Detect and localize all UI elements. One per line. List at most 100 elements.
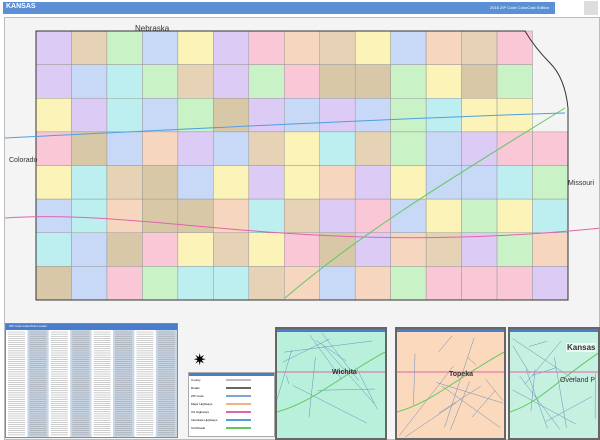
county[interactable] — [496, 64, 533, 99]
county[interactable] — [248, 198, 285, 233]
county[interactable] — [319, 131, 356, 166]
county[interactable] — [213, 30, 250, 65]
county[interactable] — [284, 198, 320, 233]
county[interactable] — [71, 30, 108, 65]
county[interactable] — [71, 266, 108, 301]
county[interactable] — [213, 131, 250, 166]
county[interactable] — [213, 232, 250, 267]
county[interactable] — [284, 165, 320, 200]
county[interactable] — [248, 131, 285, 166]
county[interactable] — [213, 266, 250, 301]
county[interactable] — [496, 198, 533, 233]
county[interactable] — [496, 131, 533, 166]
county[interactable] — [35, 30, 72, 65]
county[interactable] — [142, 131, 179, 166]
county[interactable] — [284, 131, 320, 166]
county[interactable] — [319, 30, 356, 65]
county[interactable] — [390, 98, 427, 133]
county[interactable] — [461, 131, 498, 166]
county[interactable] — [532, 165, 569, 200]
county[interactable] — [106, 98, 143, 133]
county[interactable] — [496, 30, 533, 65]
county[interactable] — [284, 64, 320, 99]
county[interactable] — [106, 30, 143, 65]
county[interactable] — [319, 64, 356, 99]
county[interactable] — [425, 98, 462, 133]
county[interactable] — [106, 198, 143, 233]
inset-wichita[interactable]: Wichita — [275, 327, 387, 440]
county[interactable] — [425, 64, 462, 99]
county[interactable] — [177, 232, 214, 267]
county[interactable] — [35, 64, 72, 99]
county[interactable] — [284, 30, 320, 65]
county[interactable] — [35, 131, 72, 166]
county[interactable] — [106, 232, 143, 267]
county[interactable] — [425, 30, 462, 65]
county[interactable] — [390, 266, 427, 301]
county[interactable] — [390, 30, 427, 65]
county[interactable] — [71, 165, 108, 200]
county[interactable] — [71, 131, 108, 166]
county[interactable] — [354, 98, 391, 133]
county[interactable] — [461, 232, 498, 267]
county[interactable] — [532, 266, 569, 301]
county[interactable] — [425, 165, 462, 200]
county[interactable] — [532, 232, 569, 267]
county[interactable] — [35, 198, 72, 233]
county[interactable] — [354, 64, 391, 99]
county[interactable] — [35, 266, 72, 301]
county[interactable] — [461, 98, 498, 133]
county[interactable] — [35, 165, 72, 200]
county[interactable] — [319, 198, 356, 233]
county[interactable] — [354, 131, 391, 166]
county[interactable] — [284, 98, 320, 133]
county[interactable] — [106, 131, 143, 166]
county[interactable] — [248, 232, 285, 267]
county[interactable] — [142, 64, 179, 99]
county[interactable] — [425, 131, 462, 166]
county[interactable] — [425, 198, 462, 233]
county[interactable] — [248, 98, 285, 133]
county[interactable] — [71, 98, 108, 133]
county[interactable] — [284, 232, 320, 267]
county[interactable] — [106, 165, 143, 200]
county[interactable] — [142, 30, 179, 65]
county[interactable] — [142, 198, 179, 233]
county[interactable] — [461, 165, 498, 200]
county[interactable] — [319, 266, 356, 301]
county[interactable] — [390, 64, 427, 99]
county[interactable] — [35, 232, 72, 267]
county[interactable] — [248, 30, 285, 65]
county[interactable] — [177, 131, 214, 166]
county[interactable] — [461, 30, 498, 65]
county[interactable] — [248, 64, 285, 99]
county[interactable] — [177, 64, 214, 99]
county[interactable] — [71, 198, 108, 233]
county[interactable] — [213, 64, 250, 99]
county[interactable] — [142, 98, 179, 133]
county[interactable] — [532, 198, 569, 233]
county[interactable] — [248, 266, 285, 301]
county[interactable] — [390, 198, 427, 233]
county[interactable] — [354, 30, 391, 65]
county[interactable] — [319, 165, 356, 200]
county[interactable] — [354, 165, 391, 200]
county[interactable] — [142, 232, 179, 267]
county[interactable] — [496, 165, 533, 200]
county[interactable] — [390, 165, 427, 200]
county[interactable] — [106, 266, 143, 301]
county[interactable] — [106, 64, 143, 99]
county[interactable] — [496, 232, 533, 267]
county[interactable] — [425, 266, 462, 301]
county[interactable] — [71, 64, 108, 99]
county[interactable] — [71, 232, 108, 267]
county[interactable] — [177, 30, 214, 65]
county[interactable] — [177, 98, 214, 133]
county[interactable] — [354, 198, 391, 233]
county[interactable] — [461, 266, 498, 301]
county[interactable] — [496, 266, 533, 301]
inset-kansas-city[interactable]: Kansas Overland P — [508, 327, 600, 440]
county[interactable] — [248, 165, 285, 200]
county[interactable] — [354, 266, 391, 301]
county[interactable] — [177, 198, 214, 233]
